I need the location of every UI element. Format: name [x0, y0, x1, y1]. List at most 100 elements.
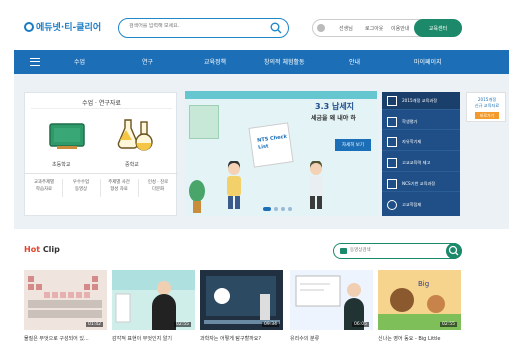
sub-link-subject[interactable]: 교과주제별 학습자료: [28, 179, 60, 193]
sub-link-line: 형성 자료: [110, 187, 128, 192]
user-link-teacher[interactable]: 선생님: [339, 25, 353, 32]
sub-link-line: 동영상: [74, 187, 88, 192]
search-input[interactable]: [129, 23, 259, 29]
quick-menu-item[interactable]: 2015개정 교육과정: [382, 92, 460, 110]
quick-menu-item[interactable]: NCS기반 교육과정: [382, 175, 460, 193]
video-search-input[interactable]: [350, 247, 430, 252]
nav-item-class[interactable]: 수업: [74, 57, 85, 66]
book-icon: [387, 158, 397, 169]
middle-school-label[interactable]: 중학교: [125, 161, 139, 168]
flask-icon[interactable]: [117, 118, 153, 154]
search-box[interactable]: [118, 18, 289, 38]
logout-link[interactable]: 로그아웃: [365, 25, 383, 32]
video-icon: [340, 248, 347, 254]
pencil-icon: [387, 116, 397, 127]
quick-menu-item[interactable]: 고교학점제: [382, 196, 460, 214]
banner-more-button[interactable]: 자세히 보기: [335, 139, 371, 151]
english-song-image: Big: [378, 270, 461, 330]
elementary-label[interactable]: 초등학교: [52, 161, 70, 168]
banner-card-label: NTS Check List: [256, 133, 288, 151]
materials-divider: [31, 108, 172, 109]
science-lesson-image: [200, 270, 283, 330]
video-thumbnail[interactable]: 06:05: [290, 270, 373, 330]
banner-book-image: [189, 105, 219, 139]
periodic-table-image: [24, 270, 107, 330]
video-caption[interactable]: 과학자는 어떻게 탐구할까요?: [200, 335, 261, 342]
logo-icon: [24, 21, 34, 32]
sub-link-topic[interactable]: 주제별 사전 형성 자료: [103, 179, 135, 193]
sub-separator: [100, 179, 101, 197]
banner-headline: 3.3 납세지: [315, 102, 355, 111]
side-ad[interactable]: 2015개정 신규 교육자료 바로가기: [466, 92, 506, 122]
hot-label: Hot: [24, 245, 41, 254]
slide-indicator[interactable]: [288, 207, 292, 211]
video-duration: 06:05: [352, 322, 369, 327]
video-thumbnail[interactable]: 02:55: [112, 270, 195, 330]
user-icon: [317, 24, 325, 32]
video-search-button[interactable]: [446, 243, 462, 259]
document-icon: [387, 96, 397, 106]
materials-sub-divider: [25, 173, 178, 174]
quick-menu-label: 고교학점제: [402, 201, 422, 207]
site-logo[interactable]: 에듀넷·티-클리어: [24, 20, 101, 33]
side-ad-button[interactable]: 바로가기: [475, 112, 499, 119]
nav-item-activities[interactable]: 창의적 체험활동: [264, 57, 305, 66]
thumb-overlay-text: Big: [418, 280, 429, 288]
quick-menu-label: 고교교육력 제고: [402, 160, 431, 166]
quick-menu-item[interactable]: 학생평가: [382, 113, 460, 131]
building-icon: [387, 137, 397, 148]
guide-link[interactable]: 이용안내: [391, 25, 409, 32]
quick-menu-item[interactable]: 자유학기제: [382, 133, 460, 152]
video-duration: 01:42: [86, 322, 103, 327]
slide-indicator-active[interactable]: [263, 207, 271, 211]
video-thumbnail[interactable]: 09:34: [200, 270, 283, 330]
edu-center-button[interactable]: 교육센터: [414, 19, 462, 37]
quick-menu-item[interactable]: 고교교육력 제고: [382, 154, 460, 172]
video-caption[interactable]: 신나는 영어 동요 - Big Little: [378, 335, 441, 342]
materials-card: 수업 · 연구자료 초등학교 중학교 교과주제별 학습자료 우수수업 동영상 주…: [24, 92, 178, 216]
menu-icon[interactable]: [30, 58, 40, 66]
banner-plant-icon: [189, 180, 205, 213]
sub-link-best-class[interactable]: 우수수업 동영상: [65, 179, 97, 193]
video-thumbnail[interactable]: Big 02:55: [378, 270, 461, 330]
nav-item-info[interactable]: 안내: [349, 57, 360, 66]
quick-menu-label: NCS기반 교육과정: [402, 180, 436, 186]
sub-link-line: 학습자료: [35, 187, 53, 192]
logo-text: 에듀넷·티-클리어: [36, 23, 102, 33]
sub-link-line: 다문화: [151, 187, 165, 192]
video-caption[interactable]: 감각적 표현이 무엇인지 알기: [112, 335, 172, 342]
video-caption[interactable]: 유리수의 분류: [290, 335, 319, 342]
sub-link-line: 교과주제별: [33, 180, 55, 185]
video-caption[interactable]: 물질은 무엇으로 구성되어 있...: [24, 335, 89, 342]
quick-menu-label: 자유학기제: [402, 139, 422, 145]
banner-person-icon: [309, 161, 323, 209]
nav-item-research[interactable]: 연구: [142, 57, 153, 66]
sub-link-line: 주제별 사전: [108, 180, 130, 185]
promo-banner[interactable]: 3.3 납세지 세금을 왜 내야 하 NTS Check List 자세히 보기: [185, 91, 377, 216]
teacher-image: [112, 270, 195, 330]
banner-top-bar: [185, 91, 377, 99]
nav-item-mypage[interactable]: 마이페이지: [414, 57, 442, 66]
sub-link-line: 우수수업: [72, 180, 90, 185]
sub-link-character[interactable]: 인성 · 진로 다문화: [142, 179, 174, 193]
math-lesson-image: [290, 270, 373, 330]
banner-checklist-card: NTS Check List: [248, 122, 294, 168]
clip-label: Clip: [42, 245, 60, 254]
video-search-box[interactable]: [333, 243, 461, 259]
quick-menu: 2015개정 교육과정 학생평가 자유학기제 고교교육력 제고 NCS기반 교육…: [382, 92, 460, 216]
hot-clip-title: Hot Clip: [24, 245, 60, 254]
quick-menu-label: 학생평가: [402, 118, 418, 124]
sub-separator: [62, 179, 63, 197]
search-icon[interactable]: [270, 22, 282, 34]
slide-indicator[interactable]: [274, 207, 278, 211]
video-duration: 02:55: [440, 322, 457, 327]
side-ad-line: 신규 교육자료: [474, 103, 500, 108]
blackboard-icon[interactable]: [49, 123, 85, 151]
gear-icon: [387, 199, 397, 210]
video-duration: 02:55: [174, 322, 191, 327]
nav-item-policy[interactable]: 교육정책: [204, 57, 226, 66]
banner-person-icon: [227, 161, 241, 209]
video-duration: 09:34: [262, 322, 279, 327]
slide-indicator[interactable]: [281, 207, 285, 211]
video-thumbnail[interactable]: 01:42: [24, 270, 107, 330]
